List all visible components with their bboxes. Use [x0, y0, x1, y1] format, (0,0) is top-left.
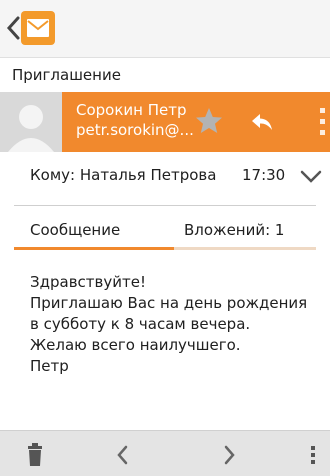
more-vertical-icon	[311, 446, 315, 464]
active-tab-indicator	[14, 247, 174, 250]
chevron-left-icon	[6, 16, 20, 40]
back-button[interactable]	[6, 15, 22, 41]
body-line: в субботу к 8 часам вечера.	[30, 315, 251, 333]
body-line: Петр	[30, 357, 69, 375]
next-button[interactable]	[214, 441, 244, 469]
delete-button[interactable]	[20, 441, 50, 469]
body-line: Желаю всего наилучшего.	[30, 336, 241, 354]
more-vertical-icon	[320, 108, 325, 135]
top-bar	[0, 0, 330, 58]
phone-screen: Приглашение Сорокин Петр petr.sorokin@..…	[0, 0, 330, 476]
chevron-down-icon	[300, 170, 322, 183]
envelope-icon	[21, 11, 55, 45]
sender-bar: Сорокин Петр petr.sorokin@...	[62, 92, 330, 152]
tabs: Сообщение Вложений: 1	[14, 212, 316, 252]
message-body: Здравствуйте! Приглашаю Вас на день рожд…	[30, 272, 320, 377]
reply-button[interactable]	[248, 108, 276, 136]
trash-icon	[28, 443, 42, 466]
message-subject: Приглашение	[12, 66, 121, 84]
tab-attachments[interactable]: Вложений: 1	[184, 221, 284, 239]
chevron-right-icon	[224, 445, 235, 465]
expand-button[interactable]	[298, 166, 324, 186]
previous-button[interactable]	[108, 441, 138, 469]
recipient-row: Кому: Наталья Петрова 17:30	[0, 152, 330, 198]
reply-icon	[252, 114, 272, 130]
avatar	[0, 92, 62, 152]
more-button[interactable]	[316, 104, 330, 140]
sender-name: Сорокин Петр	[76, 101, 187, 119]
person-icon	[0, 92, 62, 152]
tab-indicator	[14, 247, 316, 250]
message-time: 17:30	[242, 166, 286, 184]
tab-message[interactable]: Сообщение	[30, 221, 120, 239]
body-line: Здравствуйте!	[30, 273, 146, 291]
more-button[interactable]	[306, 441, 320, 469]
recipient-label: Кому: Наталья Петрова	[30, 166, 217, 184]
body-line: Приглашаю Вас на день рождения	[30, 294, 308, 312]
sender-email: petr.sorokin@...	[76, 121, 194, 139]
star-icon	[196, 108, 222, 133]
bottom-toolbar	[0, 430, 330, 476]
chevron-left-icon	[117, 445, 128, 465]
divider	[14, 205, 316, 206]
star-button[interactable]	[194, 106, 224, 136]
